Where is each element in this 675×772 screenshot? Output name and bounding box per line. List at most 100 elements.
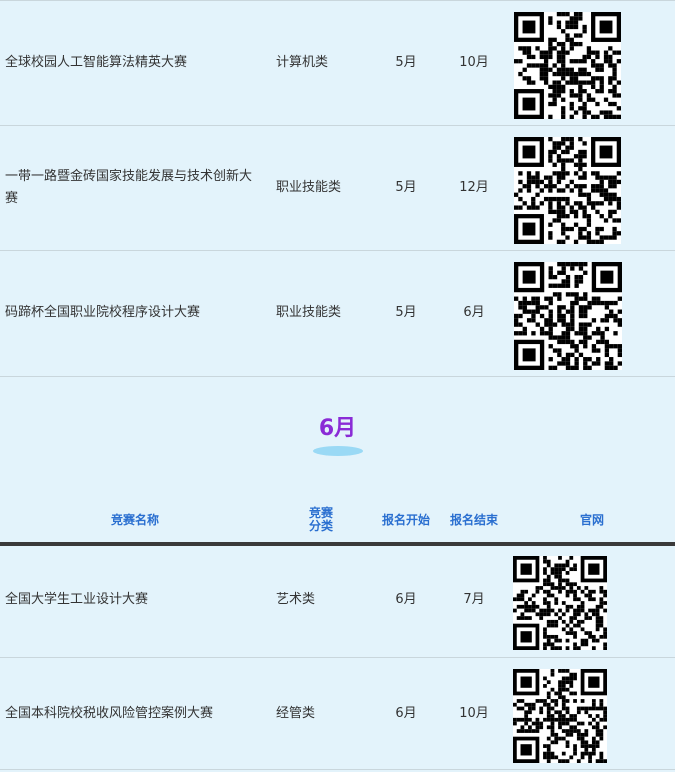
qr-module <box>599 759 604 763</box>
official-site-qr-code[interactable] <box>513 669 607 763</box>
qr-module <box>603 97 609 102</box>
qr-module <box>576 646 581 650</box>
qr-module <box>580 755 585 760</box>
qr-module <box>520 729 525 733</box>
qr-module <box>565 37 570 42</box>
qr-module <box>543 582 547 587</box>
qr-module <box>531 300 536 306</box>
qr-module <box>570 322 575 327</box>
qr-module <box>578 97 583 102</box>
qr-finder-pattern <box>522 145 536 159</box>
qr-module <box>576 597 581 602</box>
qr-module <box>561 166 566 172</box>
qr-module <box>516 699 521 703</box>
qr-module <box>550 699 555 703</box>
qr-module <box>604 313 610 319</box>
official-site-qr-code[interactable] <box>514 12 621 119</box>
qr-module <box>522 76 527 81</box>
qr-module <box>578 71 583 77</box>
qr-module <box>565 235 570 240</box>
qr-module <box>608 110 613 115</box>
qr-module <box>548 270 553 275</box>
qr-module <box>613 344 618 349</box>
qr-module <box>569 589 574 594</box>
qr-module <box>591 751 596 756</box>
qr-module <box>561 46 566 51</box>
qr-module <box>603 192 609 197</box>
qr-module <box>548 137 553 142</box>
qr-module <box>569 137 574 142</box>
qr-module <box>561 171 566 176</box>
qr-module <box>578 305 584 310</box>
qr-module <box>546 747 551 752</box>
qr-module <box>548 179 553 185</box>
qr-module <box>550 751 555 756</box>
qr-module <box>586 231 592 236</box>
qr-module <box>565 12 570 17</box>
qr-module <box>514 296 519 301</box>
qr-module <box>556 80 562 85</box>
qr-module <box>556 84 562 90</box>
qr-module <box>603 714 607 718</box>
qr-module <box>570 352 575 358</box>
qr-module <box>603 706 607 711</box>
qr-module <box>561 114 566 119</box>
qr-module <box>599 586 604 590</box>
qr-module <box>548 20 553 25</box>
competition-category: 经管类 <box>276 706 316 721</box>
qr-module <box>586 97 592 102</box>
qr-module <box>535 46 540 51</box>
qr-module <box>550 642 555 647</box>
qr-module <box>543 589 547 594</box>
official-site-qr-code[interactable] <box>513 556 607 650</box>
qr-module <box>608 89 613 94</box>
qr-module <box>522 305 527 310</box>
qr-module <box>617 344 622 349</box>
qr-module <box>561 76 566 81</box>
qr-module <box>574 300 579 306</box>
qr-module <box>596 361 601 366</box>
column-header-start: 报名开始 <box>381 513 430 527</box>
qr-module <box>561 361 566 366</box>
qr-module <box>526 54 532 60</box>
qr-module <box>591 50 596 55</box>
qr-module <box>569 582 574 587</box>
qr-module <box>535 586 540 590</box>
qr-module <box>582 67 587 72</box>
qr-module <box>546 574 551 579</box>
qr-module <box>543 571 547 575</box>
qr-module <box>584 642 589 647</box>
qr-module <box>524 729 529 733</box>
qr-module <box>550 623 555 628</box>
qr-module <box>599 67 604 72</box>
qr-module <box>528 604 532 609</box>
qr-module <box>561 313 566 319</box>
qr-module <box>548 46 553 51</box>
qr-module <box>570 318 575 323</box>
qr-finder-pattern <box>520 563 532 575</box>
qr-module <box>569 101 574 107</box>
qr-module <box>557 352 562 358</box>
qr-module <box>516 616 521 620</box>
qr-module <box>531 593 536 598</box>
official-site-qr-code[interactable] <box>514 137 621 244</box>
qr-module <box>569 141 574 146</box>
qr-module <box>569 680 574 685</box>
qr-module <box>552 97 557 102</box>
qr-module <box>526 309 532 314</box>
qr-module <box>591 171 596 176</box>
official-site-qr-code[interactable] <box>514 262 622 370</box>
qr-module <box>558 571 562 575</box>
qr-module <box>608 101 613 107</box>
qr-module <box>573 593 577 598</box>
qr-module <box>520 725 525 730</box>
qr-module <box>561 239 566 244</box>
qr-module <box>599 706 604 711</box>
qr-module <box>548 16 553 21</box>
qr-module <box>558 589 562 594</box>
qr-module <box>612 76 617 81</box>
qr-module <box>604 305 610 310</box>
qr-module <box>595 231 600 236</box>
qr-module <box>561 89 566 94</box>
qr-module <box>591 296 597 301</box>
